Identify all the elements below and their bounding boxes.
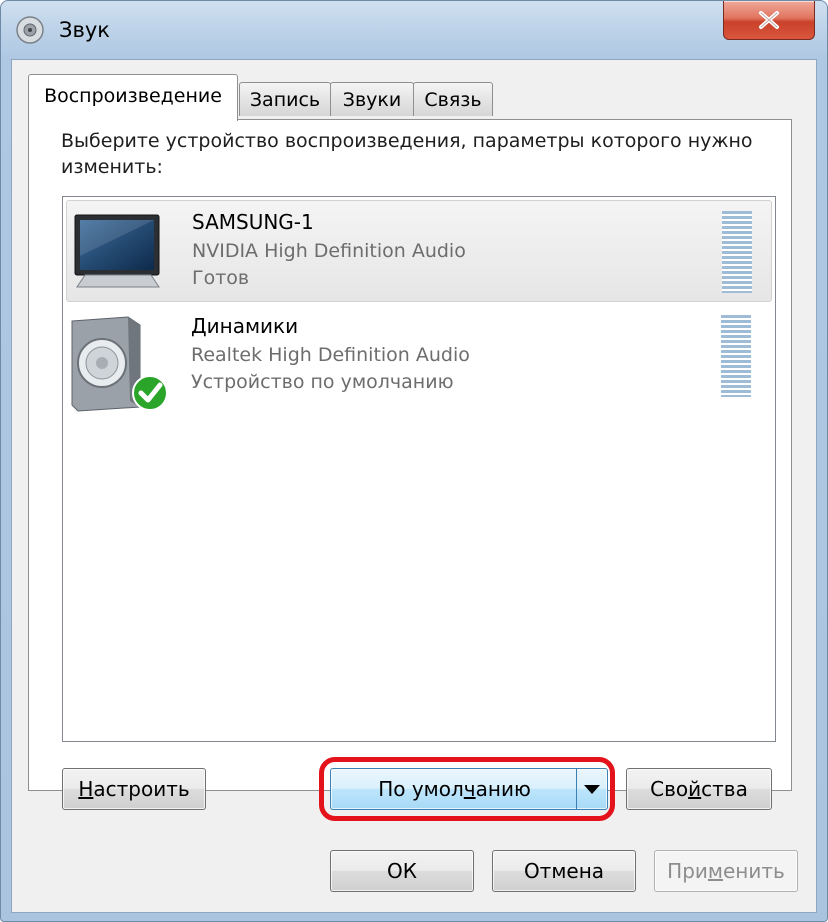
- device-item-speakers[interactable]: Динамики Realtek High Definition Audio У…: [66, 305, 772, 412]
- instruction-text: Выберите устройство воспроизведения, пар…: [61, 130, 753, 178]
- properties-button[interactable]: Свойства: [626, 768, 772, 810]
- set-default-button[interactable]: По умолчанию: [330, 768, 608, 810]
- playback-tab-page: Выберите устройство воспроизведения, пар…: [28, 119, 792, 791]
- configure-button[interactable]: Настроить: [62, 768, 206, 810]
- tab-strip: Воспроизведение Запись Звуки Связь: [28, 74, 728, 121]
- set-default-dropdown[interactable]: [576, 769, 607, 809]
- device-name: SAMSUNG-1: [192, 210, 314, 234]
- device-driver: Realtek High Definition Audio: [191, 344, 470, 366]
- tab-playback[interactable]: Воспроизведение: [28, 74, 238, 121]
- tab-label: Воспроизведение: [44, 85, 222, 107]
- playback-device-list[interactable]: SAMSUNG-1 NVIDIA High Definition Audio Г…: [62, 196, 776, 742]
- dropdown-arrow-icon: [584, 785, 600, 794]
- close-icon: [759, 11, 779, 29]
- speaker-icon: [71, 316, 168, 412]
- set-default-label: По умолчанию: [378, 777, 531, 801]
- tab-label: Связь: [424, 89, 482, 111]
- title-bar[interactable]: Звук: [1, 1, 827, 59]
- ok-button[interactable]: ОК: [330, 850, 474, 892]
- cancel-button[interactable]: Отмена: [492, 850, 636, 892]
- tab-recording[interactable]: Запись: [239, 82, 331, 116]
- apply-button[interactable]: Применить: [654, 850, 798, 892]
- device-item-samsung[interactable]: SAMSUNG-1 NVIDIA High Definition Audio Г…: [66, 200, 772, 302]
- tab-sounds[interactable]: Звуки: [330, 82, 414, 116]
- device-driver: NVIDIA High Definition Audio: [192, 240, 466, 262]
- speaker-app-icon: [16, 16, 44, 44]
- sound-dialog-window: Звук Воспроизведение Запись Звуки Связь …: [0, 0, 828, 922]
- device-status: Готов: [192, 267, 250, 289]
- monitor-icon: [74, 214, 160, 288]
- device-name: Динамики: [191, 314, 299, 338]
- dialog-client-area: Воспроизведение Запись Звуки Связь Выбер…: [11, 59, 817, 913]
- device-status: Устройство по умолчанию: [191, 371, 454, 393]
- default-check-icon: [132, 375, 168, 411]
- tab-communications[interactable]: Связь: [413, 82, 493, 116]
- tab-label: Звуки: [342, 89, 402, 111]
- close-button[interactable]: [723, 1, 815, 40]
- volume-level-meter: [721, 315, 751, 397]
- window-title: Звук: [59, 18, 110, 42]
- volume-level-meter: [722, 211, 752, 293]
- tab-label: Запись: [249, 89, 321, 111]
